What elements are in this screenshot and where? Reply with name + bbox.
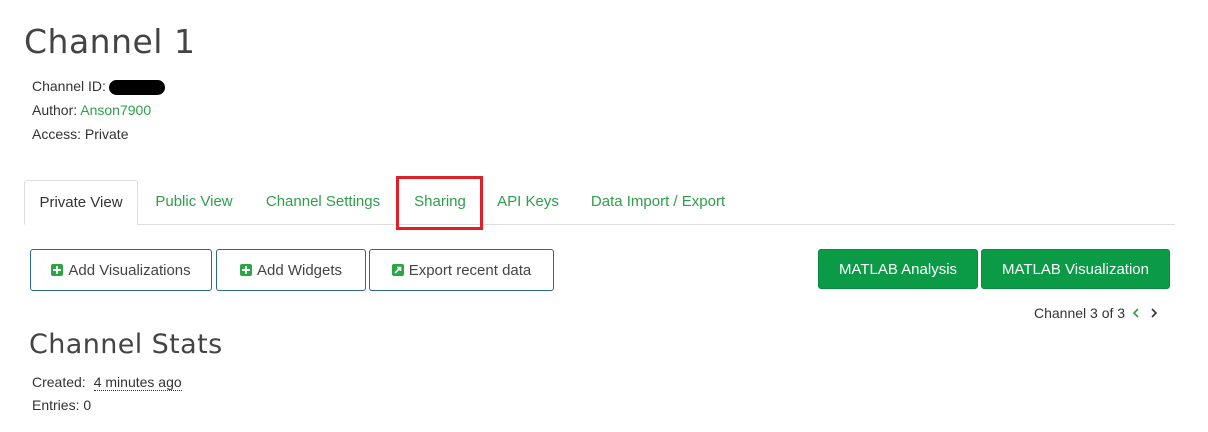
author-link[interactable]: Anson7900 — [80, 102, 151, 118]
entries-value: 0 — [83, 397, 92, 413]
export-recent-data-button[interactable]: Export recent data — [369, 249, 554, 291]
add-widgets-button[interactable]: Add Widgets — [216, 249, 366, 291]
author-label: Author: — [32, 102, 78, 118]
sharing-highlight-box — [396, 176, 483, 230]
access-label: Access: — [32, 126, 82, 142]
channel-stats-title: Channel Stats — [29, 329, 223, 360]
author-row: Author: Anson7900 — [32, 102, 151, 118]
plus-square-icon — [239, 264, 252, 276]
channel-id-row: Channel ID: — [32, 78, 165, 95]
tab-api-keys[interactable]: API Keys — [490, 180, 566, 224]
access-row: Access: Private — [32, 126, 128, 142]
channel-id-label: Channel ID: — [32, 78, 106, 94]
external-link-icon — [391, 264, 404, 276]
tab-public-view[interactable]: Public View — [142, 180, 246, 224]
matlab-analysis-button[interactable]: MATLAB Analysis — [818, 249, 978, 289]
matlab-visualization-button[interactable]: MATLAB Visualization — [981, 249, 1170, 289]
access-value: Private — [84, 126, 129, 142]
plus-square-icon — [51, 264, 64, 276]
entries-row: Entries: 0 — [32, 397, 91, 413]
created-value: 4 minutes ago — [93, 374, 182, 391]
export-recent-data-label: Export recent data — [408, 261, 532, 279]
chevron-left-icon[interactable] — [1129, 305, 1143, 321]
pager-text: Channel 3 of 3 — [1034, 305, 1126, 321]
add-widgets-label: Add Widgets — [256, 261, 343, 279]
redacted-channel-id — [108, 79, 165, 95]
tab-data-import-export[interactable]: Data Import / Export — [580, 180, 736, 224]
chevron-right-icon[interactable] — [1147, 305, 1161, 321]
channel-tabs: Private View Public View Channel Setting… — [24, 180, 1175, 225]
created-row: Created: 4 minutes ago — [32, 374, 182, 391]
tab-channel-settings[interactable]: Channel Settings — [258, 180, 388, 224]
created-label: Created: — [32, 374, 86, 390]
page-title: Channel 1 — [24, 22, 196, 61]
add-visualizations-label: Add Visualizations — [68, 261, 191, 279]
add-visualizations-button[interactable]: Add Visualizations — [30, 249, 212, 291]
channel-pager: Channel 3 of 3 — [1034, 305, 1161, 321]
entries-label: Entries: — [32, 397, 80, 413]
tab-private-view[interactable]: Private View — [24, 180, 138, 225]
